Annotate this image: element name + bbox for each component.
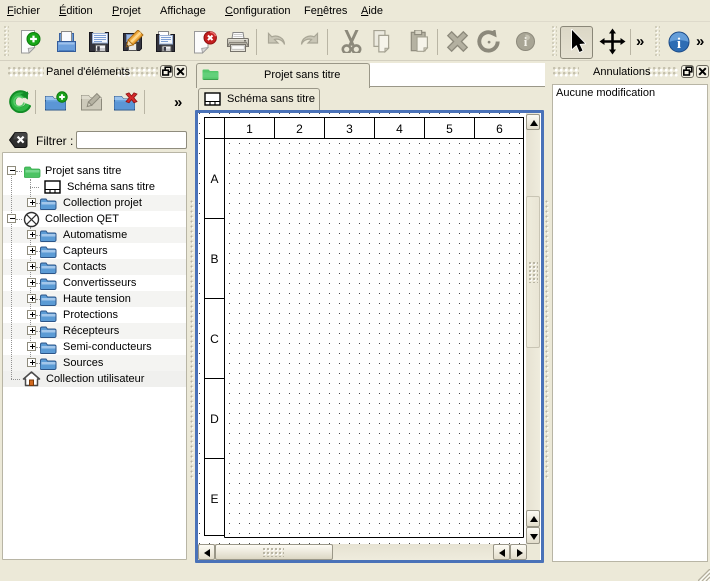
svg-text:B: B bbox=[210, 252, 218, 266]
svg-text:5: 5 bbox=[446, 122, 453, 136]
svg-text:i: i bbox=[677, 36, 681, 52]
svg-text:2: 2 bbox=[296, 122, 303, 136]
svg-text:i: i bbox=[524, 34, 528, 49]
svg-text:A: A bbox=[210, 172, 218, 186]
svg-text:3: 3 bbox=[346, 122, 353, 136]
svg-text:1: 1 bbox=[246, 122, 253, 136]
svg-text:C: C bbox=[210, 332, 219, 346]
svg-text:D: D bbox=[210, 412, 219, 426]
svg-text:E: E bbox=[210, 492, 218, 506]
svg-text:4: 4 bbox=[396, 122, 403, 136]
svg-text:6: 6 bbox=[496, 122, 503, 136]
